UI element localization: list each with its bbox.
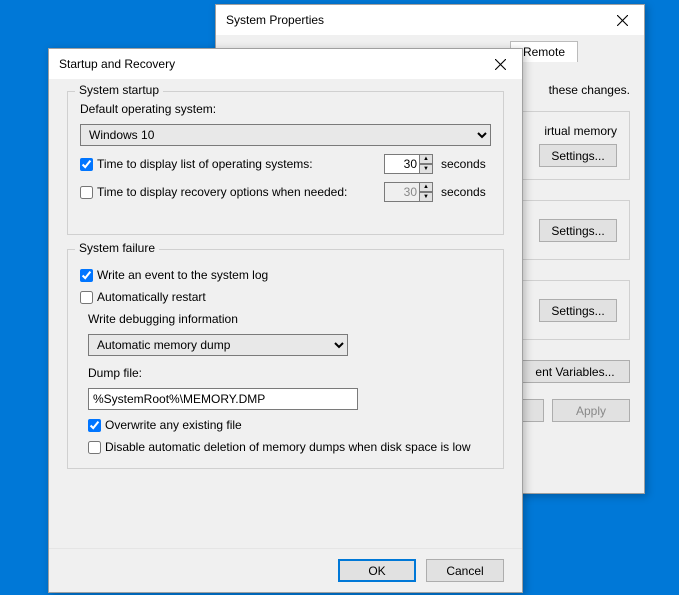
time-os-spinner[interactable]	[384, 154, 420, 174]
fg-title: Startup and Recovery	[59, 57, 175, 71]
spinner-buttons-disabled: ▲ ▼	[419, 182, 433, 202]
settings-button-3[interactable]: Settings...	[539, 299, 617, 322]
ok-button[interactable]: OK	[338, 559, 416, 582]
settings-button-2[interactable]: Settings...	[539, 219, 617, 242]
fg-body: System startup Default operating system:…	[49, 79, 522, 548]
auto-restart-row[interactable]: Automatically restart	[80, 290, 206, 304]
cancel-button[interactable]: Cancel	[426, 559, 504, 582]
system-failure-group: System failure Write an event to the sys…	[67, 249, 504, 469]
disable-delete-checkbox[interactable]	[88, 441, 101, 454]
bg-titlebar: System Properties	[216, 5, 644, 35]
seconds-label: seconds	[441, 185, 491, 199]
chevron-up-icon[interactable]: ▲	[419, 154, 433, 164]
overwrite-checkbox[interactable]	[88, 419, 101, 432]
time-os-label: Time to display list of operating system…	[97, 157, 313, 171]
system-startup-group: System startup Default operating system:…	[67, 91, 504, 235]
time-os-checkbox[interactable]	[80, 158, 93, 171]
default-os-label: Default operating system:	[80, 102, 491, 116]
system-startup-legend: System startup	[75, 83, 163, 97]
chevron-down-icon: ▼	[419, 192, 433, 202]
auto-restart-checkbox[interactable]	[80, 291, 93, 304]
overwrite-row[interactable]: Overwrite any existing file	[88, 418, 242, 432]
spinner-buttons[interactable]: ▲ ▼	[419, 154, 433, 174]
dump-file-label: Dump file:	[88, 366, 491, 380]
disable-delete-label: Disable automatic deletion of memory dum…	[105, 440, 471, 454]
bg-apply-button[interactable]: Apply	[552, 399, 630, 422]
dump-file-input[interactable]	[88, 388, 358, 410]
write-event-label: Write an event to the system log	[97, 268, 268, 282]
auto-restart-label: Automatically restart	[97, 290, 206, 304]
write-event-checkbox[interactable]	[80, 269, 93, 282]
time-recovery-spinner	[384, 182, 420, 202]
bg-title: System Properties	[226, 13, 324, 27]
startup-recovery-window: Startup and Recovery System startup Defa…	[48, 48, 523, 593]
debug-info-select[interactable]: Automatic memory dump	[88, 334, 348, 356]
write-event-row[interactable]: Write an event to the system log	[80, 268, 268, 282]
chevron-up-icon: ▲	[419, 182, 433, 192]
overwrite-label: Overwrite any existing file	[105, 418, 242, 432]
time-recovery-checkbox[interactable]	[80, 186, 93, 199]
close-icon[interactable]	[610, 8, 634, 32]
settings-button-1[interactable]: Settings...	[539, 144, 617, 167]
chevron-down-icon[interactable]: ▼	[419, 164, 433, 174]
system-failure-legend: System failure	[75, 241, 159, 255]
fg-titlebar: Startup and Recovery	[49, 49, 522, 79]
write-debug-label: Write debugging information	[88, 312, 491, 326]
default-os-select[interactable]: Windows 10	[80, 124, 491, 146]
fg-bottom-bar: OK Cancel	[49, 548, 522, 592]
seconds-label: seconds	[441, 157, 491, 171]
time-recovery-label: Time to display recovery options when ne…	[97, 185, 347, 199]
close-icon[interactable]	[488, 52, 512, 76]
disable-delete-row[interactable]: Disable automatic deletion of memory dum…	[88, 440, 471, 454]
time-recovery-checkbox-row[interactable]: Time to display recovery options when ne…	[80, 185, 347, 199]
environment-variables-button[interactable]: ent Variables...	[520, 360, 630, 383]
time-os-checkbox-row[interactable]: Time to display list of operating system…	[80, 157, 313, 171]
